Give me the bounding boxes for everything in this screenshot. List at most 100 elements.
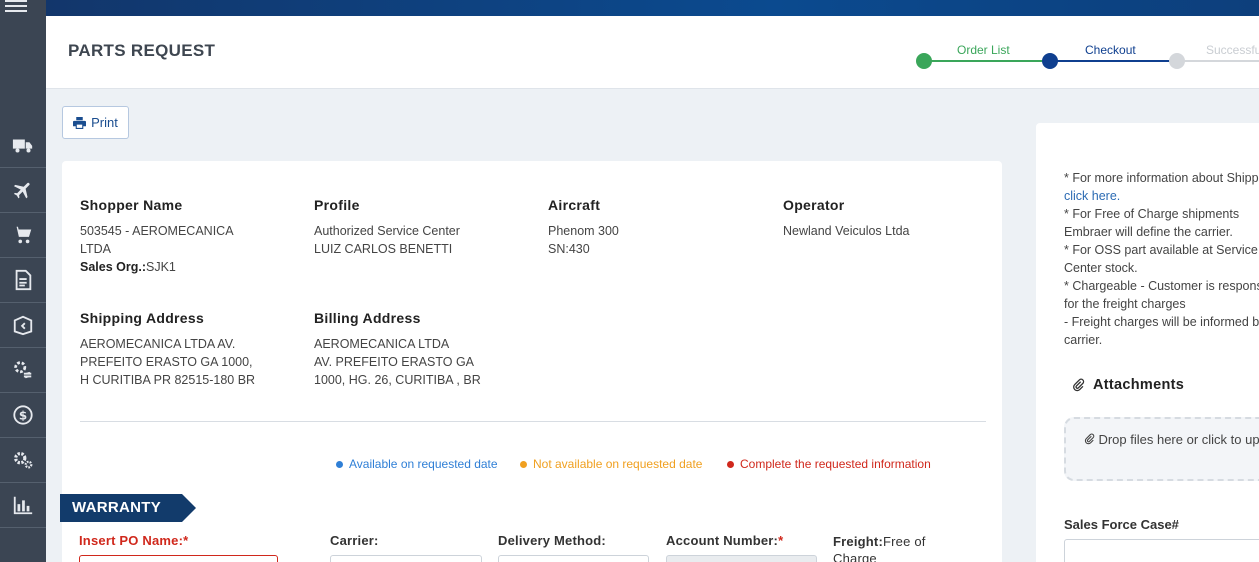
- billing-line-1: AEROMECANICA LTDA: [314, 337, 450, 351]
- paperclip-icon: [1084, 433, 1095, 445]
- legend-dot-blue: [336, 460, 343, 468]
- money-icon: $: [13, 405, 33, 425]
- billing-address-value: AEROMECANICA LTDA AV. PREFEITO ERASTO GA…: [314, 335, 481, 389]
- print-button[interactable]: Print: [62, 106, 129, 139]
- legend-available-text: Available on requested date: [349, 457, 498, 471]
- salesforce-case-label: Sales Force Case#: [1064, 517, 1179, 532]
- top-bar: [46, 0, 1259, 16]
- profile-line-2: LUIZ CARLOS BENETTI: [314, 242, 453, 256]
- sidebar-item-exchange[interactable]: [0, 348, 46, 393]
- freight-value: Free of: [882, 534, 926, 549]
- sidebar-item-returns[interactable]: [0, 303, 46, 348]
- aircraft-model: Phenom 300: [548, 224, 619, 238]
- legend-not-available-text: Not available on requested date: [533, 457, 703, 471]
- profile-value: Authorized Service Center LUIZ CARLOS BE…: [314, 222, 460, 258]
- gears-exchange-icon: [14, 361, 32, 379]
- page-header: PARTS REQUEST: [46, 16, 1259, 89]
- shipping-line-1: AEROMECANICA LTDA AV.: [80, 337, 236, 351]
- airplane-icon: [13, 182, 30, 199]
- step-connector-3: [1177, 60, 1259, 62]
- salesforce-case-input[interactable]: [1064, 539, 1259, 562]
- step-dot-checkout[interactable]: [1042, 53, 1058, 69]
- chart-icon: [13, 496, 33, 515]
- attachments-header: Attachments: [1072, 377, 1184, 393]
- shipping-address-label: Shipping Address: [80, 310, 205, 326]
- po-required-mark: *: [183, 533, 189, 548]
- carrier-select[interactable]: [330, 555, 482, 562]
- aircraft-label: Aircraft: [548, 197, 601, 213]
- step-label-checkout[interactable]: Checkout: [1085, 43, 1136, 57]
- freight-label: Freight:: [833, 534, 883, 549]
- section-divider: [80, 421, 986, 422]
- account-number-label-text: Account Number:: [666, 533, 779, 548]
- legend-dot-red: [727, 460, 734, 468]
- sales-org: Sales Org.:SJK1: [80, 258, 234, 276]
- file-dropzone[interactable]: Drop files here or click to upload: [1064, 417, 1259, 481]
- sidebar-item-documents[interactable]: [0, 258, 46, 303]
- profile-line-1: Authorized Service Center: [314, 224, 460, 238]
- po-name-label: Insert PO Name:*: [79, 533, 188, 548]
- settings-icon: [14, 451, 33, 469]
- step-dot-order-list[interactable]: [916, 53, 932, 69]
- billing-line-3: 1000, HG. 26, CURITIBA , BR: [314, 373, 481, 387]
- step-connector-2: [1050, 60, 1177, 62]
- menu-icon[interactable]: [5, 0, 27, 14]
- svg-text:$: $: [19, 409, 27, 423]
- legend-dot-orange: [520, 460, 527, 468]
- operator-value: Newland Veiculos Ltda: [783, 224, 910, 238]
- step-connector-1: [924, 60, 1050, 62]
- shipping-info-link[interactable]: click here.: [1064, 189, 1120, 203]
- sidebar-item-aircraft[interactable]: [0, 168, 46, 213]
- sidebar-item-settings[interactable]: [0, 438, 46, 483]
- shipping-info-text: * For more information about Shipping, c…: [1064, 169, 1259, 349]
- aircraft-value: Phenom 300 SN:430: [548, 222, 619, 258]
- billing-line-2: AV. PREFEITO ERASTO GA: [314, 355, 475, 369]
- sidebar-item-cart[interactable]: [0, 213, 46, 258]
- freight-info: Freight:Free of Charge: [833, 533, 926, 562]
- shipping-line-3: H CURITIBA PR 82515-180 BR: [80, 373, 256, 387]
- truck-icon: [12, 139, 33, 153]
- po-name-label-text: Insert PO Name:: [79, 533, 184, 548]
- step-dot-successful: [1169, 53, 1185, 69]
- sidebar: $: [0, 0, 46, 562]
- sidebar-item-reports[interactable]: [0, 483, 46, 528]
- operator-label: Operator: [783, 197, 845, 213]
- delivery-method-label: Delivery Method:: [498, 533, 606, 548]
- billing-address-label: Billing Address: [314, 310, 421, 326]
- warranty-tag: WARRANTY: [60, 494, 196, 522]
- paperclip-icon: [1073, 378, 1085, 392]
- legend-not-available: Not available on requested date: [520, 457, 702, 471]
- ship-info-notes: * For Free of Charge shipments Embraer w…: [1064, 207, 1259, 347]
- shipping-address-value: AEROMECANICA LTDA AV. PREFEITO ERASTO GA…: [80, 335, 255, 389]
- document-icon: [15, 269, 32, 291]
- page-title: PARTS REQUEST: [68, 41, 216, 60]
- shipping-line-2: PREFEITO ERASTO GA 1000,: [80, 355, 253, 369]
- sidebar-item-shipping[interactable]: [0, 123, 46, 168]
- aircraft-serial: SN:430: [548, 242, 590, 256]
- shopper-name-value: 503545 - AEROMECANICA LTDA Sales Org.:SJ…: [80, 222, 234, 276]
- legend-available: Available on requested date: [336, 457, 498, 471]
- po-name-input[interactable]: [79, 555, 278, 562]
- sales-org-value: SJK1: [146, 260, 176, 274]
- step-label-successful: Successful: [1206, 43, 1259, 57]
- attachments-label: Attachments: [1093, 377, 1185, 393]
- shopper-line-2: LTDA: [80, 242, 112, 256]
- legend-complete-info-text: Complete the requested information: [740, 457, 931, 471]
- delivery-method-select[interactable]: [498, 555, 649, 562]
- sales-org-label: Sales Org.:: [80, 260, 146, 274]
- profile-label: Profile: [314, 197, 360, 213]
- box-return-icon: [13, 315, 33, 336]
- cart-icon: [13, 226, 32, 244]
- carrier-label: Carrier:: [330, 533, 379, 548]
- shopper-line-1: 503545 - AEROMECANICA: [80, 224, 234, 238]
- print-button-label: Print: [91, 115, 118, 130]
- sidebar-item-finance[interactable]: $: [0, 393, 46, 438]
- printer-icon: [73, 116, 87, 129]
- ship-info-intro: * For more information about Shipping,: [1064, 171, 1259, 185]
- order-details-card: Shopper Name 503545 - AEROMECANICA LTDA …: [60, 161, 1002, 562]
- shopper-name-label: Shopper Name: [80, 197, 183, 213]
- dropzone-text: Drop files here or click to upload: [1098, 432, 1259, 447]
- account-number-input[interactable]: [666, 555, 817, 562]
- step-label-order-list[interactable]: Order List: [957, 43, 1010, 57]
- legend-complete-info: Complete the requested information: [727, 457, 931, 471]
